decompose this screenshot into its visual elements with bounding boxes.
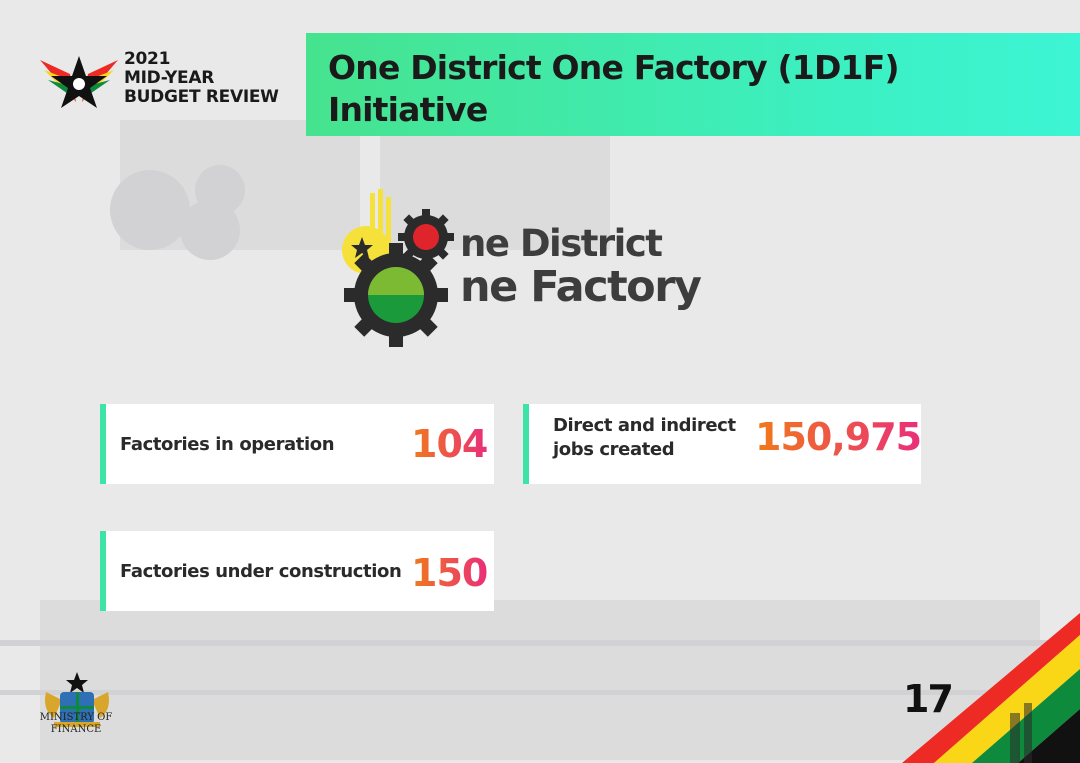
stat-value: 150,975 [755,415,922,459]
stat-label-line2: jobs created [553,439,675,460]
stat-label: Factories in operation [120,434,335,455]
stat-value: 104 [411,422,488,466]
program-logo-line1: ne District [460,222,663,265]
title-banner: One District One Factory (1D1F) Initiati… [306,33,1080,136]
stat-card-factories-construction: Factories under construction 150 [100,531,494,611]
ministry-line2: FINANCE [50,724,102,735]
stat-value: 150 [411,551,488,595]
page-title-line2: Initiative [328,90,488,129]
logo-midyear: MID-YEAR [124,68,214,88]
logo-budget-review: BUDGET REVIEW [124,87,279,107]
mid-year-review-logo: 2021 MID-YEAR BUDGET REVIEW [40,50,300,110]
ghana-star-logo-icon [40,56,118,108]
ministry-label: MINISTRY OF FINANCE [30,712,122,736]
page-title-line1: One District One Factory (1D1F) [328,48,900,87]
page-title: One District One Factory (1D1F) Initiati… [328,47,1048,131]
stat-label: Direct and indirect jobs created [553,414,736,462]
stat-label: Factories under construction [120,561,402,582]
stat-card-factories-operation: Factories in operation 104 [100,404,494,484]
stat-card-jobs-created: Direct and indirect jobs created 150,975 [523,404,922,484]
logo-year: 2021 [124,49,171,69]
stat-label-line1: Direct and indirect [553,415,736,436]
program-logo-line2: ne Factory [460,262,702,312]
ministry-line1: MINISTRY OF [39,712,113,723]
flag-stripes-icon [902,613,1080,763]
